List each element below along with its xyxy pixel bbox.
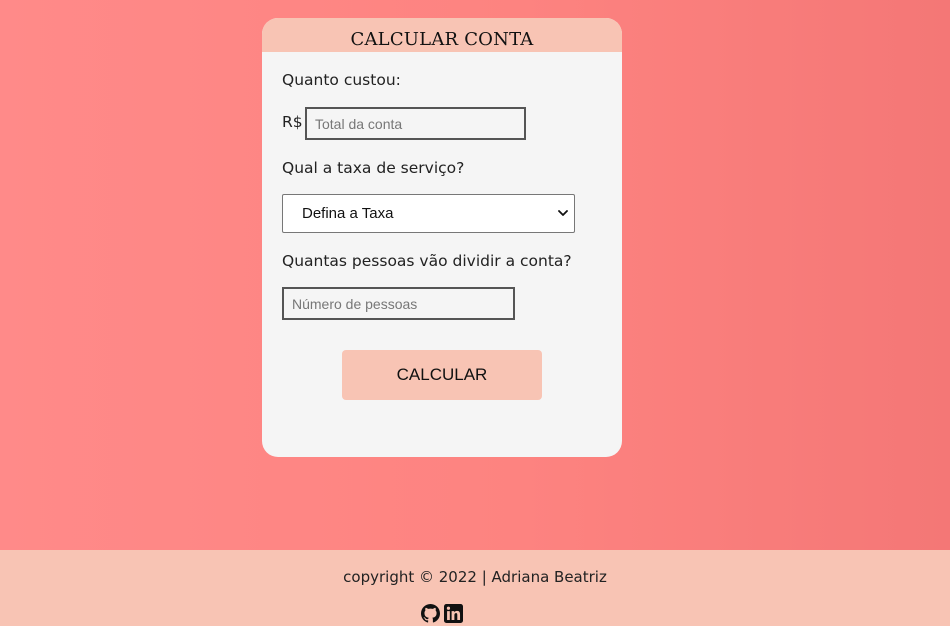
total-input[interactable]: [305, 107, 526, 140]
linkedin-icon[interactable]: [444, 604, 463, 623]
tax-select[interactable]: Defina a Taxa: [282, 194, 575, 233]
currency-symbol: R$: [282, 113, 303, 131]
github-icon[interactable]: [421, 604, 440, 623]
social-links: [421, 604, 463, 623]
tax-label: Qual a taxa de serviço?: [282, 159, 465, 177]
cost-label: Quanto custou:: [282, 71, 401, 89]
footer: copyright © 2022 | Adriana Beatriz: [0, 550, 950, 626]
people-label: Quantas pessoas vão dividir a conta?: [282, 252, 572, 270]
card-title: CALCULAR CONTA: [262, 18, 622, 52]
chevron-down-icon: [558, 210, 568, 216]
calculator-card: CALCULAR CONTA Quanto custou: R$ Qual a …: [262, 18, 622, 457]
people-input[interactable]: [282, 287, 515, 320]
copyright-text: copyright © 2022 | Adriana Beatriz: [343, 568, 607, 586]
calculate-button[interactable]: CALCULAR: [342, 350, 542, 400]
tax-select-value: Defina a Taxa: [302, 205, 394, 222]
